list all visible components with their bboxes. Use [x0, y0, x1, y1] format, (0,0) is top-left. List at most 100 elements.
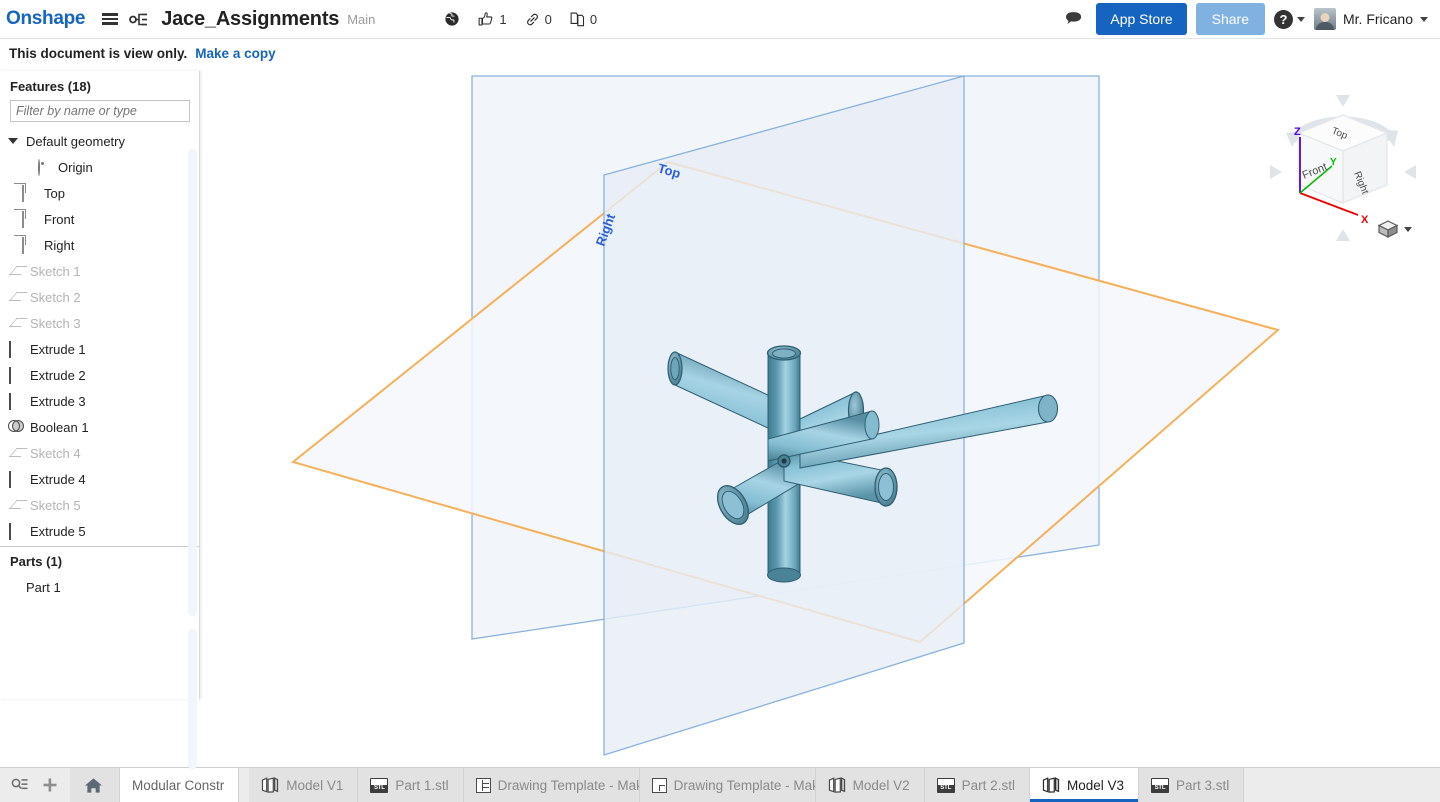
feature-item-right-plane[interactable]: Right — [0, 232, 199, 258]
plane-icon — [22, 210, 24, 228]
feature-item-origin[interactable]: Origin — [0, 154, 199, 180]
feature-item-extrude-1[interactable]: Extrude 1 — [0, 336, 199, 362]
part-studio-icon — [828, 777, 846, 793]
user-name-label: Mr. Fricano — [1342, 11, 1413, 27]
tab-label: Part 1.stl — [395, 777, 449, 793]
version-tree-icon[interactable] — [125, 6, 151, 32]
links-stat[interactable]: 0 — [518, 12, 559, 27]
feature-item-extrude-2[interactable]: Extrude 2 — [0, 362, 199, 388]
feature-item-sketch-3[interactable]: Sketch 3 — [0, 310, 199, 336]
feature-item-extrude-5[interactable]: Extrude 5 — [0, 518, 199, 544]
add-tab-icon[interactable] — [36, 771, 64, 799]
feature-item-sketch-5[interactable]: Sketch 5 — [0, 492, 199, 518]
help-menu[interactable]: ? — [1273, 9, 1305, 29]
version-tree-glyph — [128, 13, 147, 25]
feature-item-top-plane[interactable]: Top — [0, 180, 199, 206]
top-header-bar: Onshape Jace_Assignments Main 1 0 0 App … — [0, 0, 1440, 39]
feature-label: Sketch 2 — [30, 289, 81, 305]
tab-drawing-template-2[interactable]: Drawing Template - Mak... — [639, 768, 816, 802]
feature-label: Sketch 1 — [30, 263, 81, 279]
axis-x-label: X — [1361, 214, 1369, 226]
viewport-scene: Top Right — [290, 75, 1281, 756]
feature-group-default-geometry[interactable]: Default geometry — [0, 128, 199, 154]
parts-panel-title: Parts (1) — [10, 554, 63, 569]
copies-count: 0 — [589, 11, 598, 27]
arrow-right-icon[interactable] — [1404, 165, 1416, 179]
drawing-icon — [651, 777, 667, 793]
tab-model-v1[interactable]: Model V1 — [249, 768, 359, 802]
feature-label: Right — [44, 237, 75, 253]
document-branch: Main — [347, 11, 376, 27]
search-tabs-icon[interactable] — [6, 771, 34, 799]
user-menu[interactable]: Mr. Fricano — [1313, 8, 1428, 30]
header-right-controls: App Store Share ? Mr. Fricano — [1061, 3, 1440, 35]
feature-label: Extrude 1 — [30, 341, 86, 357]
tab-drawing-template-1[interactable]: Drawing Template - Mak... — [463, 768, 640, 802]
tab-label: Model V3 — [1066, 777, 1124, 793]
part-studio-icon — [1042, 777, 1060, 793]
search-tabs-glyph — [11, 778, 28, 790]
plus-glyph — [43, 778, 57, 792]
feature-item-boolean-1[interactable]: Boolean 1 — [0, 414, 199, 440]
tab-part-2-stl[interactable]: STL Part 2.stl — [924, 768, 1030, 802]
arrow-left-icon[interactable] — [1270, 165, 1282, 179]
tab-label: Part 3.stl — [1176, 777, 1230, 793]
feature-item-extrude-4[interactable]: Extrude 4 — [0, 466, 199, 492]
feature-item-sketch-4[interactable]: Sketch 4 — [0, 440, 199, 466]
comment-icon[interactable] — [1061, 6, 1087, 32]
tab-part-3-stl[interactable]: STL Part 3.stl — [1139, 768, 1245, 802]
parts-scrollbar[interactable] — [188, 629, 197, 769]
chevron-down-icon[interactable] — [8, 138, 18, 144]
stl-icon: STL — [936, 777, 955, 793]
view-cube-icon — [1377, 220, 1399, 238]
stl-icon: STL — [1151, 777, 1169, 793]
view-style-dropdown[interactable] — [1377, 219, 1412, 239]
feature-list: Default geometry Origin Top Front Right … — [0, 128, 199, 544]
onshape-logo[interactable]: Onshape — [6, 8, 86, 30]
globe-icon[interactable] — [437, 11, 467, 27]
feature-label: Extrude 4 — [30, 471, 86, 487]
feature-item-extrude-3[interactable]: Extrude 3 — [0, 388, 199, 414]
tab-label: Drawing Template - Mak... — [497, 777, 640, 793]
hamburger-menu-icon[interactable] — [97, 6, 123, 32]
help-icon: ? — [1273, 9, 1293, 29]
tab-model-v3[interactable]: Model V3 — [1029, 768, 1139, 802]
3d-viewport[interactable]: Top Right Top Front Right Z X Y — [200, 67, 1440, 767]
app-store-button[interactable]: App Store — [1096, 3, 1187, 35]
feature-item-front-plane[interactable]: Front — [0, 206, 199, 232]
thumbs-up-icon — [479, 12, 493, 26]
arrow-down-icon[interactable] — [1336, 229, 1350, 241]
extrude-icon — [9, 392, 11, 410]
make-a-copy-link[interactable]: Make a copy — [195, 46, 275, 61]
extrude-icon — [9, 470, 11, 488]
feature-label: Boolean 1 — [30, 419, 89, 435]
likes-stat[interactable]: 1 — [471, 11, 513, 27]
home-tab[interactable] — [70, 768, 120, 802]
tab-part-1-stl[interactable]: STL Part 1.stl — [358, 768, 464, 802]
feature-item-sketch-1[interactable]: Sketch 1 — [0, 258, 199, 284]
axis-y-label: Y — [1330, 157, 1337, 168]
feature-item-sketch-2[interactable]: Sketch 2 — [0, 284, 199, 310]
document-title[interactable]: Jace_Assignments — [161, 8, 339, 31]
feature-group-label: Default geometry — [26, 133, 125, 149]
chevron-down-icon — [1296, 16, 1305, 22]
document-stats: 1 0 0 — [437, 11, 604, 27]
arrow-up-icon[interactable] — [1336, 95, 1350, 107]
copies-stat[interactable]: 0 — [563, 11, 604, 27]
breadcrumb-tab[interactable]: Modular Constr — [120, 768, 240, 802]
extrude-icon — [9, 522, 11, 540]
likes-count: 1 — [499, 11, 507, 27]
link-icon — [526, 13, 538, 25]
extrude-icon — [9, 340, 11, 358]
share-button[interactable]: Share — [1195, 3, 1265, 35]
tab-label: Drawing Template - Mak... — [673, 777, 816, 793]
feature-label: Extrude 5 — [30, 523, 86, 539]
document-tab-bar: Modular Constr Model V1 STL Part 1.stl D… — [0, 767, 1440, 802]
comment-glyph — [1065, 11, 1081, 24]
tab-model-v2[interactable]: Model V2 — [815, 768, 925, 802]
globe-glyph — [445, 12, 460, 26]
feature-filter-input[interactable] — [10, 100, 190, 122]
feature-label: Sketch 3 — [30, 315, 81, 331]
features-scrollbar[interactable] — [188, 149, 197, 616]
part-item-part-1[interactable]: Part 1 — [0, 574, 199, 600]
